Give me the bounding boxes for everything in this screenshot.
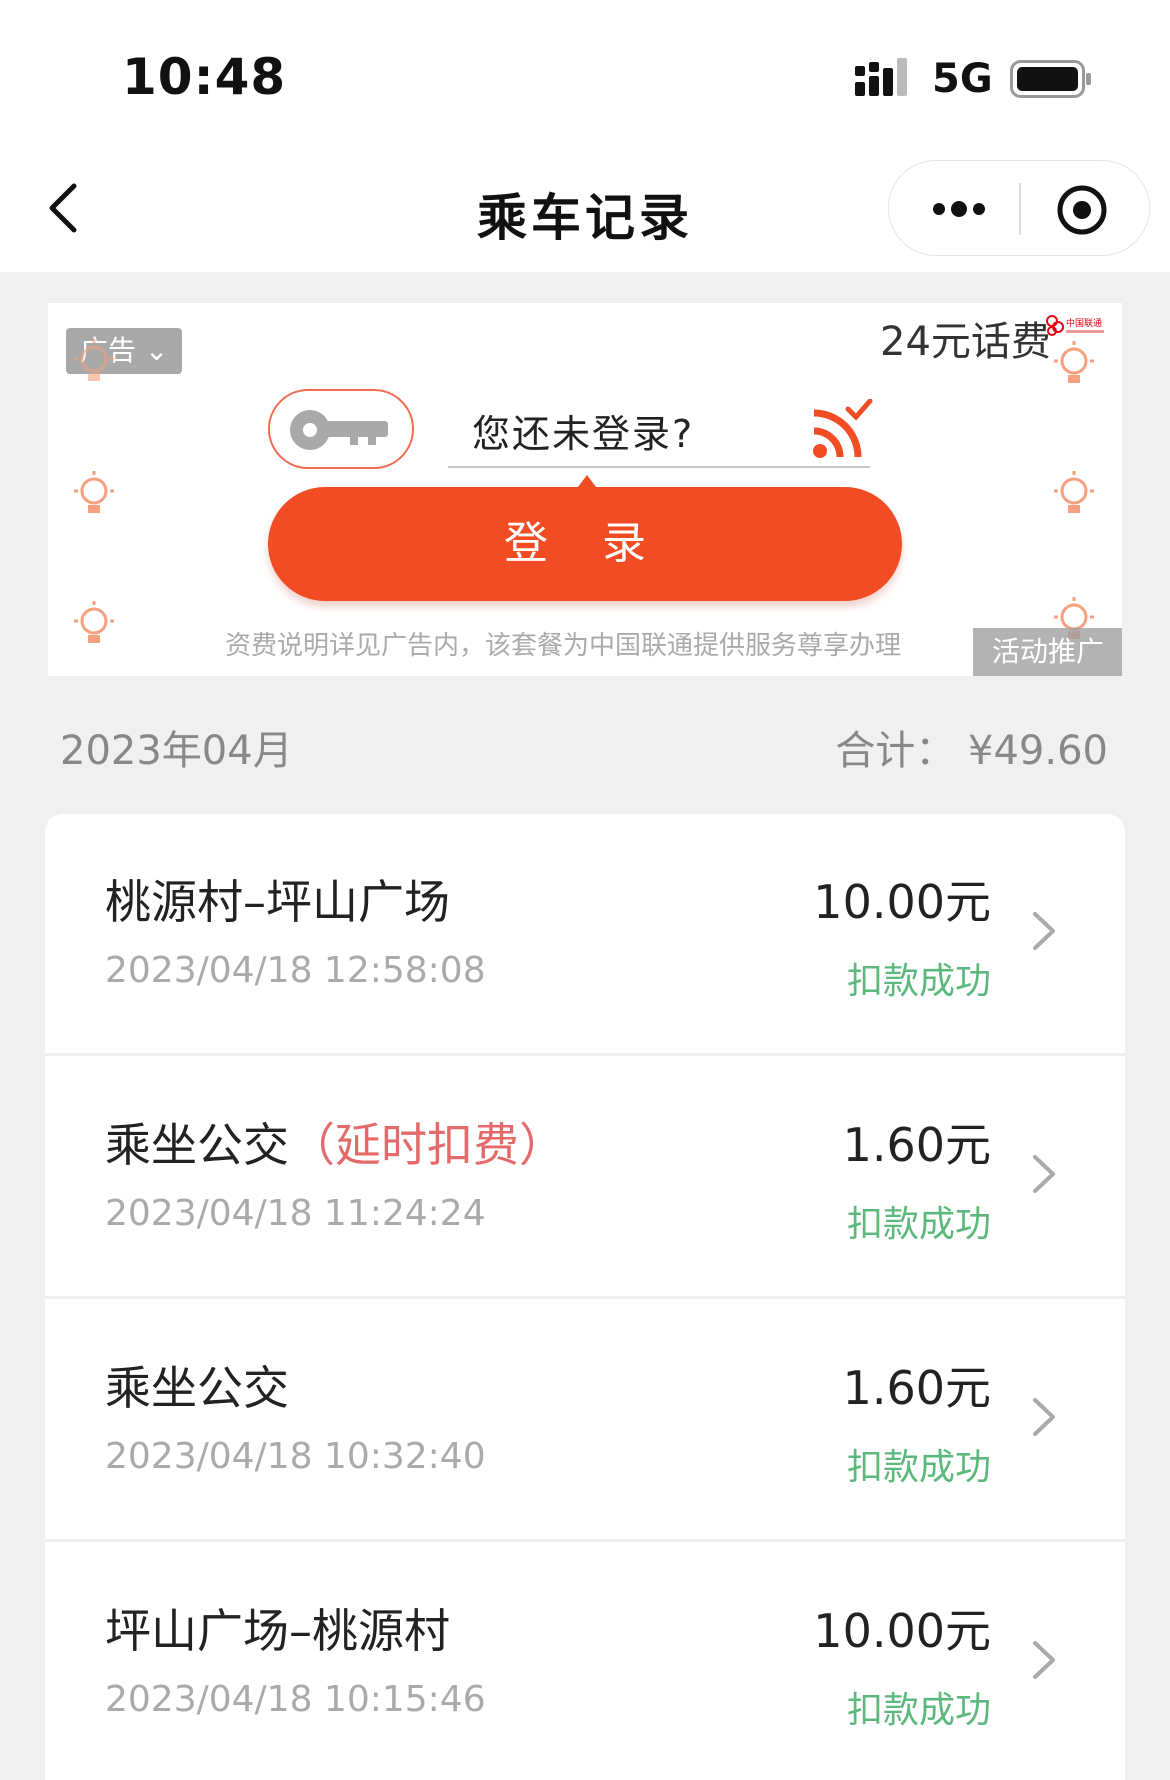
record-row[interactable]: 乘坐公交（延时扣费） 2023/04/18 11:24:24 1.60元 扣款成… <box>45 1057 1125 1299</box>
record-status: 扣款成功 <box>846 1690 991 1731</box>
lightbulb-icon <box>1054 341 1094 383</box>
status-bar: 10:48 5G <box>0 0 1170 148</box>
lightbulb-icon <box>74 471 114 513</box>
mini-program-capsule <box>888 160 1150 256</box>
capsule-divider <box>1019 183 1021 235</box>
cellular-signal-icon <box>855 58 907 96</box>
record-status: 扣款成功 <box>846 1447 991 1488</box>
record-route: 桃源村–坪山广场 <box>105 875 450 929</box>
close-miniprogram-icon[interactable] <box>1055 183 1109 237</box>
unicom-logo-icon: 中国联通 <box>1046 315 1104 336</box>
ride-records-page: 10:48 5G 乘车记录 广告 ⌄ 24元话费 中国联通 您还未登录? 登 录… <box>0 0 1170 1780</box>
key-pill <box>268 389 414 469</box>
record-route: 乘坐公交 <box>105 1118 289 1172</box>
record-amount: 1.60元 <box>842 1118 991 1172</box>
record-title: 坪山广场–桃源村 <box>105 1595 450 1661</box>
login-button[interactable]: 登 录 <box>268 487 902 601</box>
record-route: 乘坐公交 <box>105 1361 289 1415</box>
record-time: 2023/04/18 10:32:40 <box>105 1436 486 1477</box>
chevron-right-icon <box>1033 912 1055 950</box>
record-title: 乘坐公交（延时扣费） <box>105 1109 565 1175</box>
ad-banner[interactable]: 广告 ⌄ 24元话费 中国联通 您还未登录? 登 录 资费说明详见广告内，该套餐… <box>48 303 1122 676</box>
ad-price: 24元话费 <box>880 319 1051 365</box>
status-time: 10:48 <box>122 48 287 106</box>
record-row[interactable]: 坪山广场–桃源村 2023/04/18 10:15:46 10.00元 扣款成功 <box>45 1543 1125 1780</box>
record-status: 扣款成功 <box>846 961 991 1002</box>
record-amount: 1.60元 <box>842 1361 991 1415</box>
total-amount: 合计： ¥49.60 <box>835 728 1108 774</box>
record-title: 乘坐公交 <box>105 1352 289 1418</box>
record-time: 2023/04/18 11:24:24 <box>105 1193 486 1234</box>
more-options-icon[interactable] <box>929 187 989 231</box>
record-amount: 10.00元 <box>813 875 991 929</box>
prompt-pointer <box>578 475 596 487</box>
record-time: 2023/04/18 10:15:46 <box>105 1679 486 1720</box>
ad-footnote: 资费说明详见广告内，该套餐为中国联通提供服务尊享办理 <box>224 631 901 661</box>
record-status: 扣款成功 <box>846 1204 991 1245</box>
record-row[interactable]: 乘坐公交 2023/04/18 10:32:40 1.60元 扣款成功 <box>45 1300 1125 1542</box>
records-list: 桃源村–坪山广场 2023/04/18 12:58:08 10.00元 扣款成功… <box>45 814 1125 1780</box>
promo-tag: 活动推广 <box>973 628 1122 676</box>
record-row[interactable]: 桃源村–坪山广场 2023/04/18 12:58:08 10.00元 扣款成功 <box>45 814 1125 1056</box>
key-icon <box>290 410 388 450</box>
battery-icon <box>1010 60 1091 98</box>
prompt-underline <box>448 466 870 468</box>
network-type: 5G <box>932 56 993 102</box>
record-time: 2023/04/18 12:58:08 <box>105 950 486 991</box>
navigation-bar: 乘车记录 <box>0 148 1170 272</box>
rss-check-icon <box>813 399 873 458</box>
record-delay: （延时扣费） <box>289 1118 565 1172</box>
record-title: 桃源村–坪山广场 <box>105 866 450 932</box>
lightbulb-icon <box>74 339 114 381</box>
lightbulb-icon <box>1054 471 1094 513</box>
record-route: 坪山广场–桃源村 <box>105 1604 450 1658</box>
record-amount: 10.00元 <box>813 1604 991 1658</box>
login-prompt: 您还未登录? <box>472 412 695 456</box>
chevron-right-icon <box>1033 1398 1055 1436</box>
month-label[interactable]: 2023年04月 <box>60 718 293 776</box>
chevron-right-icon <box>1033 1641 1055 1679</box>
unicom-logo-text: 中国联通 <box>1066 317 1102 329</box>
chevron-right-icon <box>1033 1155 1055 1193</box>
